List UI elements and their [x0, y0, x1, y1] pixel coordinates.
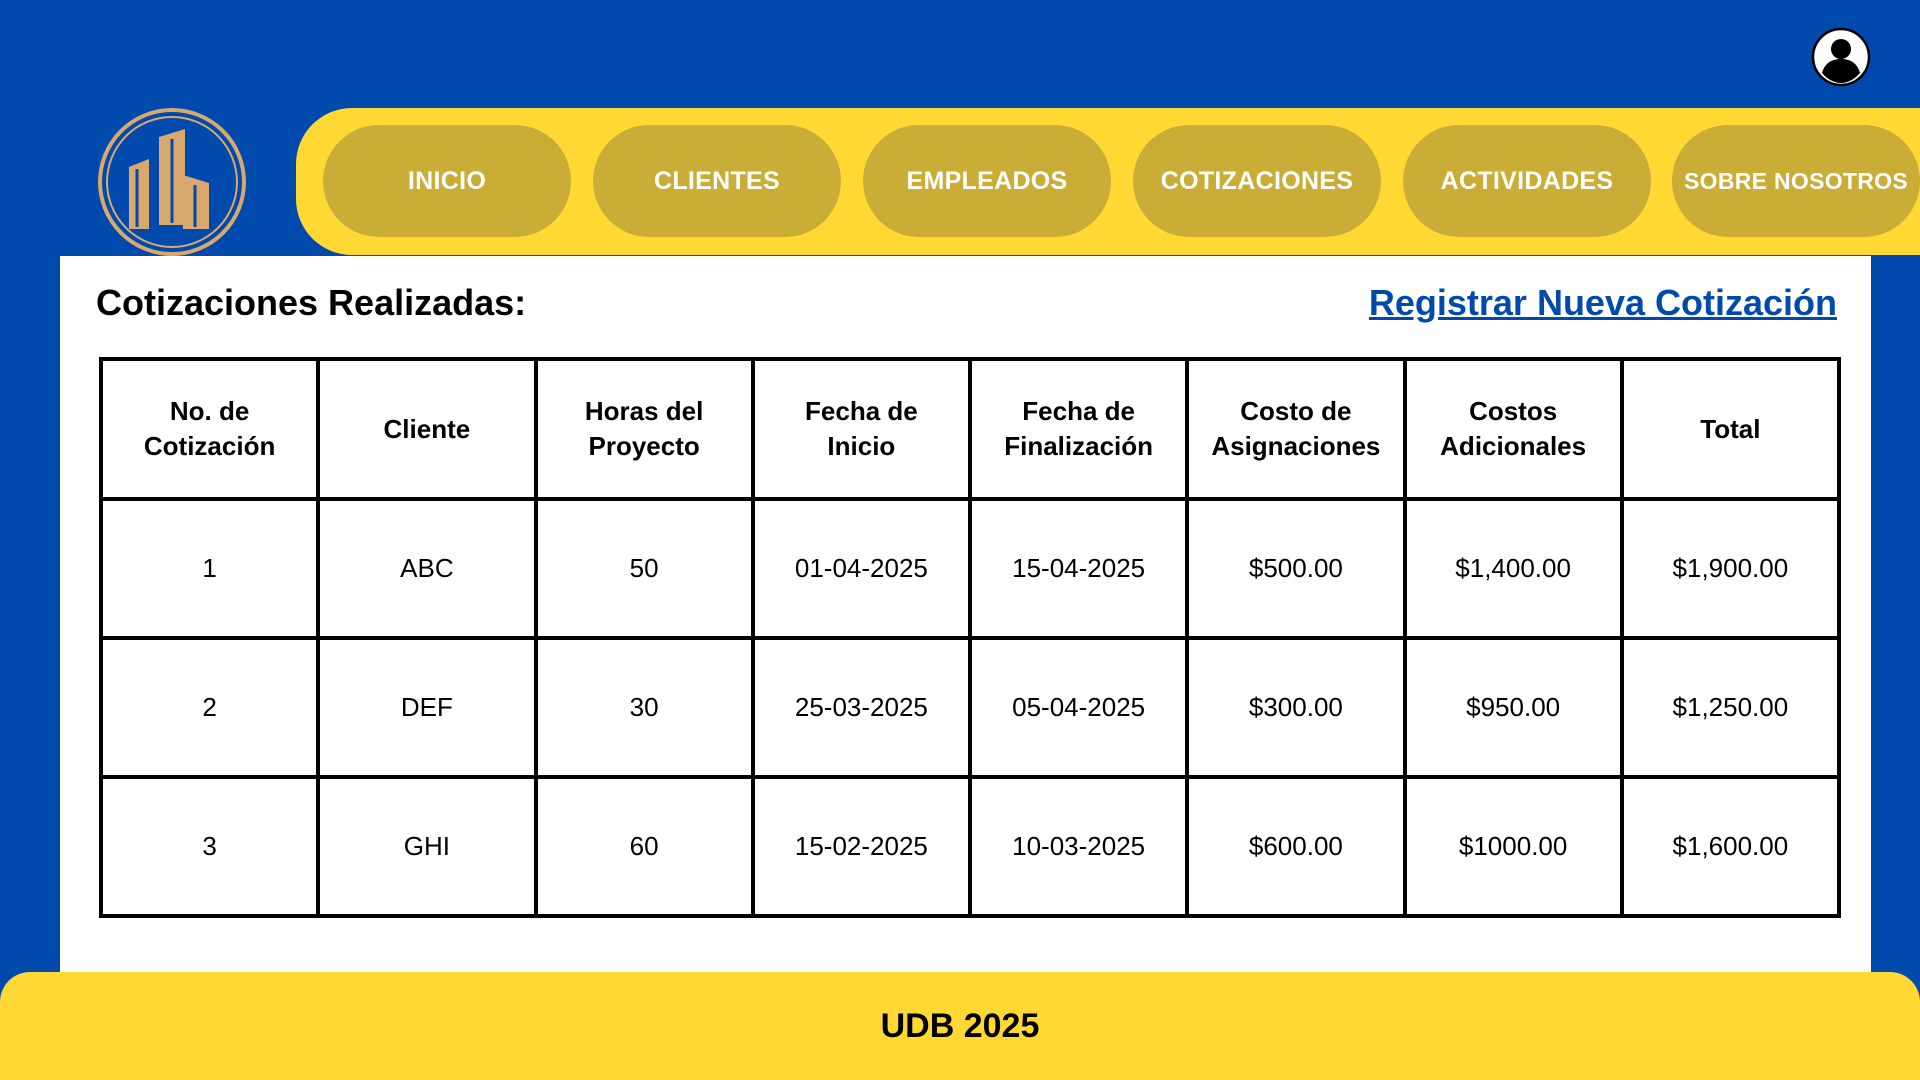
table-header-row: No. de Cotización Cliente Horas del Proyec…	[98, 357, 1842, 501]
table-cell: $300.00	[1185, 636, 1407, 779]
table-cell: $1,600.00	[1619, 775, 1842, 918]
table-cell: DEF	[316, 636, 538, 779]
table-cell: 2	[98, 636, 321, 779]
header-line: Asignaciones	[1211, 431, 1381, 461]
nav-item-cotizaciones[interactable]: COTIZACIONES	[1133, 125, 1381, 237]
header-line: Fecha de	[805, 396, 918, 426]
company-logo	[97, 107, 247, 257]
header-line: Adicionales	[1440, 431, 1587, 461]
page-title: Cotizaciones Realizadas:	[96, 282, 527, 323]
column-header: Total	[1619, 357, 1842, 501]
table-cell: 15-04-2025	[967, 497, 1190, 640]
header-line: Finalización	[1004, 431, 1154, 461]
user-icon	[1811, 27, 1871, 87]
user-account-button[interactable]	[1811, 27, 1871, 87]
table-cell: 10-03-2025	[967, 775, 1190, 918]
table-cell: GHI	[316, 775, 538, 918]
column-header: Fecha de Finalización	[967, 357, 1190, 501]
header-line: Inicio	[827, 431, 896, 461]
register-quote-link[interactable]: Registrar Nueva Cotización	[1369, 282, 1837, 324]
table-cell: 3	[98, 775, 321, 918]
table-cell: $500.00	[1185, 497, 1407, 640]
table-cell: $1,900.00	[1619, 497, 1842, 640]
header-line: No. de	[169, 396, 250, 426]
table-row: 2 DEF 30 25-03-2025 05-04-2025 $300.00 $…	[98, 636, 1842, 779]
header-line: Total	[1700, 413, 1761, 444]
nav-item-inicio[interactable]: INICIO	[323, 125, 571, 237]
table-cell: $1,250.00	[1619, 636, 1842, 779]
column-header: Costo de Asignaciones	[1185, 357, 1407, 501]
table-row: 1 ABC 50 01-04-2025 15-04-2025 $500.00 $…	[98, 497, 1842, 640]
header-line: Cliente	[383, 413, 471, 444]
table-row: 3 GHI 60 15-02-2025 10-03-2025 $600.00 $…	[98, 775, 1842, 918]
header-line: Proyecto	[588, 431, 700, 461]
nav-item-actividades[interactable]: ACTIVIDADES	[1403, 125, 1651, 237]
quotes-table: No. de Cotización Cliente Horas del Proyec…	[98, 357, 1842, 918]
column-header: Fecha de Inicio	[750, 357, 973, 501]
building-logo-icon	[98, 108, 246, 256]
table-cell: $1000.00	[1402, 775, 1624, 918]
table-cell: ABC	[316, 497, 538, 640]
column-header: Horas del Proyecto	[533, 357, 755, 501]
header-line: Fecha de	[1022, 396, 1135, 426]
table-cell: $1,400.00	[1402, 497, 1624, 640]
nav-item-empleados[interactable]: EMPLEADOS	[863, 125, 1111, 237]
nav-item-sobre-nosotros[interactable]: SOBRE NOSOTROS	[1672, 125, 1920, 237]
header-line: Costos	[1469, 396, 1558, 426]
column-header: Costos Adicionales	[1402, 357, 1624, 501]
header-line: Cotización	[143, 431, 276, 461]
table-cell: 05-04-2025	[967, 636, 1190, 779]
table-cell: 25-03-2025	[750, 636, 973, 779]
footer: UDB 2025	[0, 972, 1920, 1080]
header-line: Horas del	[584, 396, 704, 426]
table-cell: $600.00	[1185, 775, 1407, 918]
column-header: No. de Cotización	[98, 357, 321, 501]
table-cell: 15-02-2025	[750, 775, 973, 918]
table-cell: 50	[533, 497, 755, 640]
header-line: Costo de	[1240, 396, 1352, 426]
table-cell: 30	[533, 636, 755, 779]
nav-item-clientes[interactable]: CLIENTES	[593, 125, 841, 237]
footer-text: UDB 2025	[880, 1006, 1040, 1045]
table-cell: 60	[533, 775, 755, 918]
column-header: Cliente	[316, 357, 538, 501]
table-cell: $950.00	[1402, 636, 1624, 779]
table-cell: 1	[98, 497, 321, 640]
table-cell: 01-04-2025	[750, 497, 973, 640]
